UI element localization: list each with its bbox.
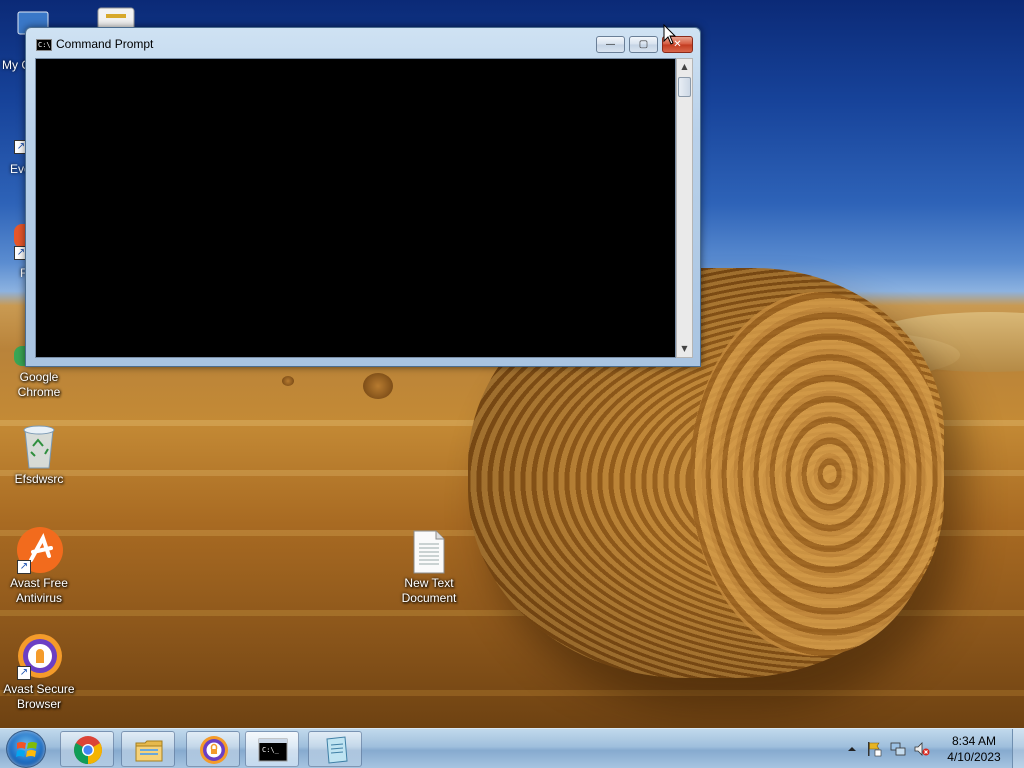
avast-secure-browser-icon: ↗ bbox=[15, 632, 63, 680]
desktop-icon-label: New Text Document bbox=[401, 576, 457, 605]
show-hidden-icons-icon[interactable] bbox=[844, 741, 860, 757]
command-prompt-window[interactable]: C:\ Command Prompt — ▢ ✕ ▲ ▼ bbox=[25, 27, 701, 367]
vertical-scrollbar[interactable]: ▲ ▼ bbox=[676, 58, 693, 358]
start-button[interactable] bbox=[6, 730, 46, 768]
windows-logo-icon bbox=[16, 742, 37, 757]
scrollbar-thumb[interactable] bbox=[678, 77, 691, 97]
taskbar-chrome-button[interactable] bbox=[60, 731, 114, 767]
taskbar-avast-secure-browser-button[interactable] bbox=[186, 731, 240, 767]
command-prompt-icon: C:\_ bbox=[258, 738, 288, 762]
avast-secure-browser-icon bbox=[200, 736, 228, 764]
volume-muted-icon[interactable] bbox=[914, 741, 930, 757]
field-stripe bbox=[0, 690, 1024, 696]
document-icon bbox=[97, 7, 135, 33]
desktop-icon-avast-free-antivirus[interactable]: ↗ Avast Free Antivirus bbox=[1, 526, 77, 606]
action-center-flag-icon[interactable] bbox=[866, 741, 882, 757]
desktop-icon-label: Avast Secure Browser bbox=[3, 682, 75, 711]
clock-date[interactable]: 4/10/2023 bbox=[944, 750, 1004, 764]
small-hay-bale bbox=[282, 376, 294, 386]
text-document-icon bbox=[411, 530, 447, 574]
system-tray: 8:34 AM 4/10/2023 bbox=[840, 729, 1024, 768]
desktop-icon-new-text-document[interactable]: New Text Document bbox=[391, 530, 467, 606]
desktop-icon-avast-secure-browser[interactable]: ↗ Avast Secure Browser bbox=[1, 632, 77, 712]
window-title: Command Prompt bbox=[56, 37, 154, 51]
network-icon[interactable] bbox=[890, 741, 906, 757]
taskbar-command-prompt-button[interactable]: C:\_ bbox=[245, 731, 299, 767]
desktop-icon-recycle-bin[interactable]: Efsdwsrc bbox=[1, 424, 77, 487]
recycle-bin-icon bbox=[19, 424, 59, 470]
desktop-icon-label: Google Chrome bbox=[17, 370, 61, 399]
avast-antivirus-icon: ↗ bbox=[15, 526, 63, 574]
desktop-icon-label: Avast Free Antivirus bbox=[10, 576, 68, 605]
svg-text:C:\_: C:\_ bbox=[262, 746, 280, 754]
notepad-icon bbox=[326, 736, 348, 764]
desktop-icon-label: Efsdwsrc bbox=[14, 472, 64, 486]
window-titlebar[interactable]: C:\ Command Prompt — ▢ ✕ bbox=[26, 28, 700, 58]
hay-bale-face bbox=[690, 292, 944, 656]
file-explorer-icon bbox=[135, 740, 163, 762]
taskbar-file-explorer-button[interactable] bbox=[121, 731, 175, 767]
desktop-icon-google-chrome[interactable]: Google Chrome bbox=[1, 370, 77, 400]
scroll-down-arrow-icon[interactable]: ▼ bbox=[677, 341, 692, 357]
maximize-button[interactable]: ▢ bbox=[629, 36, 658, 53]
chrome-icon bbox=[74, 736, 102, 764]
document-icon-partial[interactable] bbox=[96, 6, 136, 33]
taskbar: C:\_ 8:34 AM 4/10/2023 bbox=[0, 728, 1024, 768]
mouse-cursor-icon bbox=[663, 24, 677, 45]
shortcut-arrow-icon: ↗ bbox=[17, 560, 31, 574]
command-prompt-icon[interactable]: C:\ bbox=[36, 39, 52, 51]
scroll-up-arrow-icon[interactable]: ▲ bbox=[677, 59, 692, 75]
console-area[interactable] bbox=[35, 58, 676, 358]
small-hay-bale bbox=[363, 373, 393, 399]
clock-time[interactable]: 8:34 AM bbox=[944, 734, 1004, 748]
show-desktop-button[interactable] bbox=[1012, 729, 1024, 768]
taskbar-notepad-button[interactable] bbox=[308, 731, 362, 767]
minimize-button[interactable]: — bbox=[596, 36, 625, 53]
shortcut-arrow-icon: ↗ bbox=[17, 666, 31, 680]
